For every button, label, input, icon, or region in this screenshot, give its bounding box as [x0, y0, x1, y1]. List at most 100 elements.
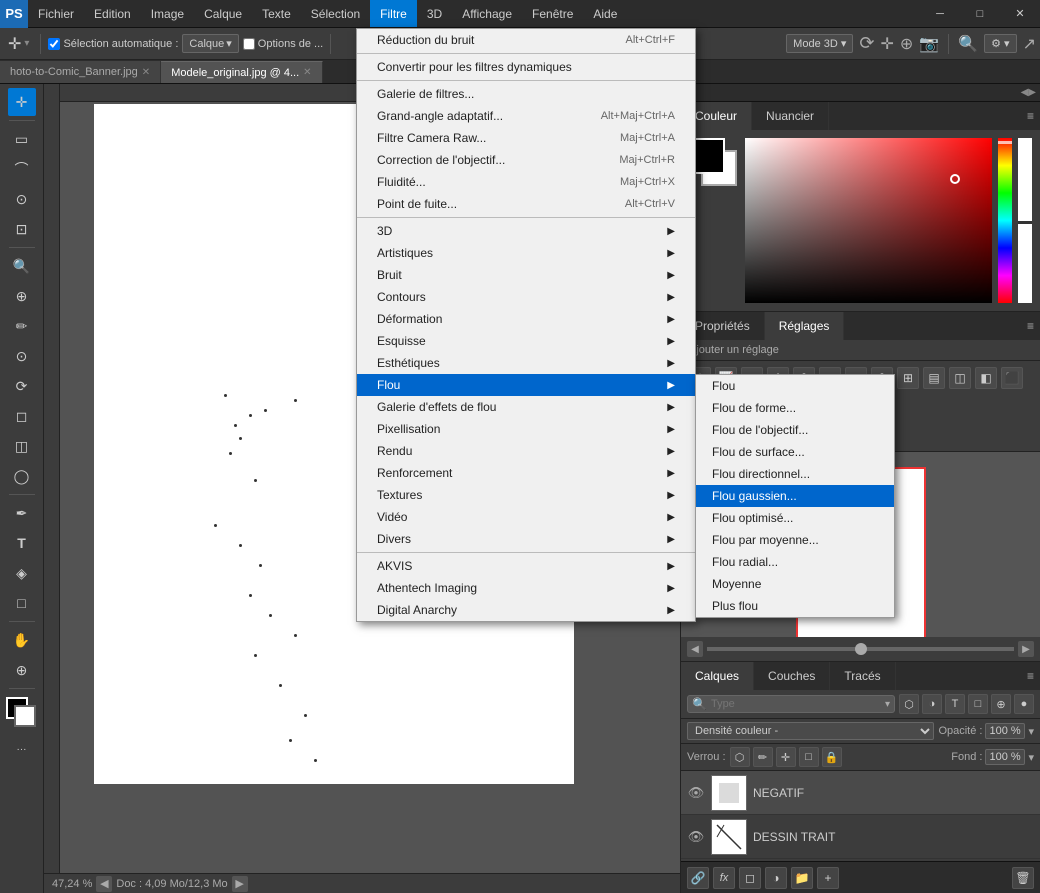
layer-filter-smart[interactable]: ⊕: [991, 694, 1011, 714]
search-btn[interactable]: 🔍: [958, 34, 978, 54]
menu-aide[interactable]: Aide: [583, 0, 627, 27]
tool-pen[interactable]: ✒: [8, 499, 36, 527]
tab-reglages[interactable]: Réglages: [765, 312, 845, 340]
scale-3d-btn[interactable]: ⊕: [900, 34, 913, 54]
adj-exposure[interactable]: ◑: [741, 367, 763, 389]
layers-search-box[interactable]: 🔍 ▾: [687, 695, 895, 713]
menu-filtre[interactable]: Filtre: [370, 0, 417, 27]
adj-gradient-map[interactable]: ▭: [689, 393, 711, 415]
zoom-arrow-left[interactable]: ◀: [687, 641, 703, 657]
adj-color-lookup[interactable]: ▤: [923, 367, 945, 389]
layer-link-btn[interactable]: 🔗: [687, 867, 709, 889]
minimize-button[interactable]: ─: [920, 0, 960, 28]
tool-clone[interactable]: ⊙: [8, 342, 36, 370]
adj-color-balance[interactable]: ◈: [819, 367, 841, 389]
fill-input[interactable]: [985, 749, 1025, 765]
tool-gradient[interactable]: ◫: [8, 432, 36, 460]
lock-pixels[interactable]: ✏: [753, 747, 773, 767]
lock-artboard[interactable]: □: [799, 747, 819, 767]
tool-crop[interactable]: ⊡: [8, 215, 36, 243]
adj-photo-filter[interactable]: ⬡: [871, 367, 893, 389]
tool-history[interactable]: ⟳: [8, 372, 36, 400]
layer-row-dessin-trait[interactable]: 👁 DESSIN TRAIT: [681, 815, 1040, 859]
adj-panel-menu[interactable]: ≡: [1021, 312, 1040, 340]
layer-row-negatif[interactable]: 👁 NEGATIF: [681, 771, 1040, 815]
tool-brush[interactable]: ✏: [8, 312, 36, 340]
search-dropdown-icon[interactable]: ▾: [885, 699, 890, 710]
adj-pattern[interactable]: ⊞: [793, 423, 815, 445]
adj-solid-color[interactable]: ■: [767, 423, 789, 445]
menu-affichage[interactable]: Affichage: [452, 0, 522, 27]
doc-tab-2-close[interactable]: ✕: [303, 67, 311, 78]
adj-levels[interactable]: ▲: [689, 423, 711, 445]
adj-gradient2[interactable]: ▭: [741, 423, 763, 445]
auto-select-option[interactable]: Sélection automatique :: [48, 38, 178, 50]
color-panel-options[interactable]: ≡: [1021, 102, 1040, 130]
restore-button[interactable]: □: [960, 0, 1000, 28]
layer-new-btn[interactable]: +: [817, 867, 839, 889]
layers-panel-menu[interactable]: ≡: [1021, 662, 1040, 690]
doc-tab-1-close[interactable]: ✕: [142, 67, 150, 78]
adj-threshold[interactable]: ⬛: [1001, 367, 1023, 389]
rotate-3d-btn[interactable]: ⟳: [859, 33, 874, 54]
adj-vibrance[interactable]: ❋: [767, 367, 789, 389]
tool-shape[interactable]: □: [8, 589, 36, 617]
lock-position[interactable]: ✛: [776, 747, 796, 767]
panel-collapse-left[interactable]: ◀: [1021, 87, 1029, 98]
tool-hand[interactable]: ✋: [8, 626, 36, 654]
tab-traces[interactable]: Tracés: [830, 662, 895, 690]
tool-lasso[interactable]: ⌒: [8, 155, 36, 183]
tool-move[interactable]: ✛: [8, 88, 36, 116]
opacity-input[interactable]: [985, 723, 1025, 739]
tab-proprietes[interactable]: Propriétés: [681, 312, 765, 340]
tool-dodge[interactable]: ◯: [8, 462, 36, 490]
close-button[interactable]: ✕: [1000, 0, 1040, 28]
tab-couleur[interactable]: Couleur: [681, 102, 752, 130]
tool-quick-select[interactable]: ⊙: [8, 185, 36, 213]
tool-zoom[interactable]: ⊕: [8, 656, 36, 684]
zoom-arrow-right[interactable]: ▶: [1018, 641, 1034, 657]
layer-folder-btn[interactable]: 📁: [791, 867, 813, 889]
layer-filter-pixel[interactable]: ⬡: [899, 694, 919, 714]
menu-texte[interactable]: Texte: [252, 0, 301, 27]
workspace-btn[interactable]: ⚙ ▾: [984, 34, 1016, 53]
hue-slider[interactable]: [998, 138, 1012, 303]
tool-more[interactable]: ···: [8, 735, 36, 763]
layer-fx-btn[interactable]: fx: [713, 867, 735, 889]
menu-fenetre[interactable]: Fenêtre: [522, 0, 583, 27]
3d-mode-btn[interactable]: Mode 3D ▾: [786, 34, 853, 53]
adj-curves[interactable]: 📈: [715, 367, 737, 389]
lock-transparent[interactable]: ⬡: [730, 747, 750, 767]
blend-mode-select[interactable]: Densité couleur -: [687, 722, 934, 740]
adj-posterize[interactable]: ◧: [975, 367, 997, 389]
move-3d-btn[interactable]: ✛: [880, 34, 893, 54]
layer-visibility-dessin-trait[interactable]: 👁: [687, 828, 705, 846]
fg-bg-colors[interactable]: [6, 697, 38, 729]
doc-tab-2[interactable]: Modele_original.jpg @ 4... ✕: [161, 61, 322, 83]
tool-select-rect[interactable]: ▭: [8, 125, 36, 153]
layer-delete-btn[interactable]: 🗑: [1012, 867, 1034, 889]
status-arrow-right[interactable]: ▶: [232, 876, 248, 892]
opacity-dropdown[interactable]: ▾: [1028, 725, 1034, 738]
tab-calques[interactable]: Calques: [681, 662, 754, 690]
adj-bw[interactable]: ◐: [845, 367, 867, 389]
tool-eyedropper[interactable]: 🔍: [8, 252, 36, 280]
camera-btn[interactable]: 📷: [919, 34, 939, 54]
fill-dropdown[interactable]: ▾: [1028, 751, 1034, 764]
status-arrow-left[interactable]: ◀: [96, 876, 112, 892]
tool-type[interactable]: T: [8, 529, 36, 557]
layer-filter-adjust[interactable]: ◑: [922, 694, 942, 714]
layer-filter-toggle[interactable]: ●: [1014, 694, 1034, 714]
share-btn[interactable]: ↗: [1023, 34, 1036, 54]
tab-couches[interactable]: Couches: [754, 662, 830, 690]
layer-adjustment-btn[interactable]: ◑: [765, 867, 787, 889]
tool-heal[interactable]: ⊕: [8, 282, 36, 310]
adj-invert[interactable]: ◫: [949, 367, 971, 389]
tool-eraser[interactable]: ◻: [8, 402, 36, 430]
adj-shadows[interactable]: ◑: [715, 423, 737, 445]
menu-selection[interactable]: Sélection: [301, 0, 370, 27]
calque-dropdown[interactable]: Calque ▾: [182, 34, 238, 53]
color-gradient[interactable]: [745, 138, 992, 303]
adj-alert[interactable]: ⚠: [819, 423, 841, 445]
menu-calque[interactable]: Calque: [194, 0, 252, 27]
